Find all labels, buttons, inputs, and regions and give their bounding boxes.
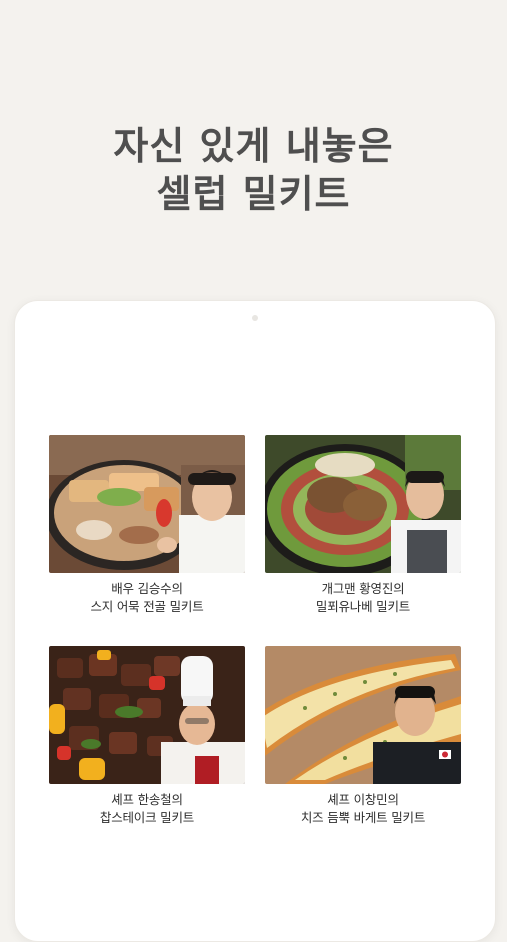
celebrity-name: 개그맨 황영진의 — [321, 581, 405, 596]
product-card-cheese-baguette[interactable]: 셰프 이창민의 치즈 듬뿍 바게트 밀키트 — [265, 646, 461, 827]
product-name: 스지 어묵 전골 밀키트 — [90, 599, 204, 614]
product-name: 밀푀유나베 밀키트 — [315, 599, 411, 614]
product-card-suji-eomuk[interactable]: 배우 김승수의 스지 어묵 전골 밀키트 — [49, 435, 245, 616]
product-photo-chop-steak — [49, 646, 245, 784]
celebrity-name: 셰프 이창민의 — [327, 792, 399, 807]
product-caption: 셰프 이창민의 치즈 듬뿍 바게트 밀키트 — [265, 791, 461, 827]
tablet-frame: 배우 김승수의 스지 어묵 전골 밀키트 개그맨 황영진의 밀푀유나베 밀키트 … — [14, 300, 496, 942]
product-card-millefeuille-nabe[interactable]: 개그맨 황영진의 밀푀유나베 밀키트 — [265, 435, 461, 616]
page-headline: 자신 있게 내놓은 셀럽 밀키트 — [0, 122, 507, 218]
product-name: 치즈 듬뿍 바게트 밀키트 — [300, 810, 426, 825]
product-caption: 배우 김승수의 스지 어묵 전골 밀키트 — [49, 580, 245, 616]
headline-line-2: 셀럽 밀키트 — [156, 172, 351, 216]
product-name: 찹스테이크 밀키트 — [99, 810, 195, 825]
product-card-chop-steak[interactable]: 셰프 한송철의 찹스테이크 밀키트 — [49, 646, 245, 827]
celebrity-name: 셰프 한송철의 — [111, 792, 183, 807]
tablet-camera — [252, 315, 258, 321]
product-photo-millefeuille-nabe — [265, 435, 461, 573]
tablet-screen: 배우 김승수의 스지 어묵 전골 밀키트 개그맨 황영진의 밀푀유나베 밀키트 … — [41, 357, 469, 941]
product-caption: 개그맨 황영진의 밀푀유나베 밀키트 — [265, 580, 461, 616]
headline-line-1: 자신 있게 내놓은 — [113, 124, 394, 168]
product-caption: 셰프 한송철의 찹스테이크 밀키트 — [49, 791, 245, 827]
product-photo-suji-eomuk — [49, 435, 245, 573]
celebrity-name: 배우 김승수의 — [111, 581, 183, 596]
product-photo-cheese-baguette — [265, 646, 461, 784]
